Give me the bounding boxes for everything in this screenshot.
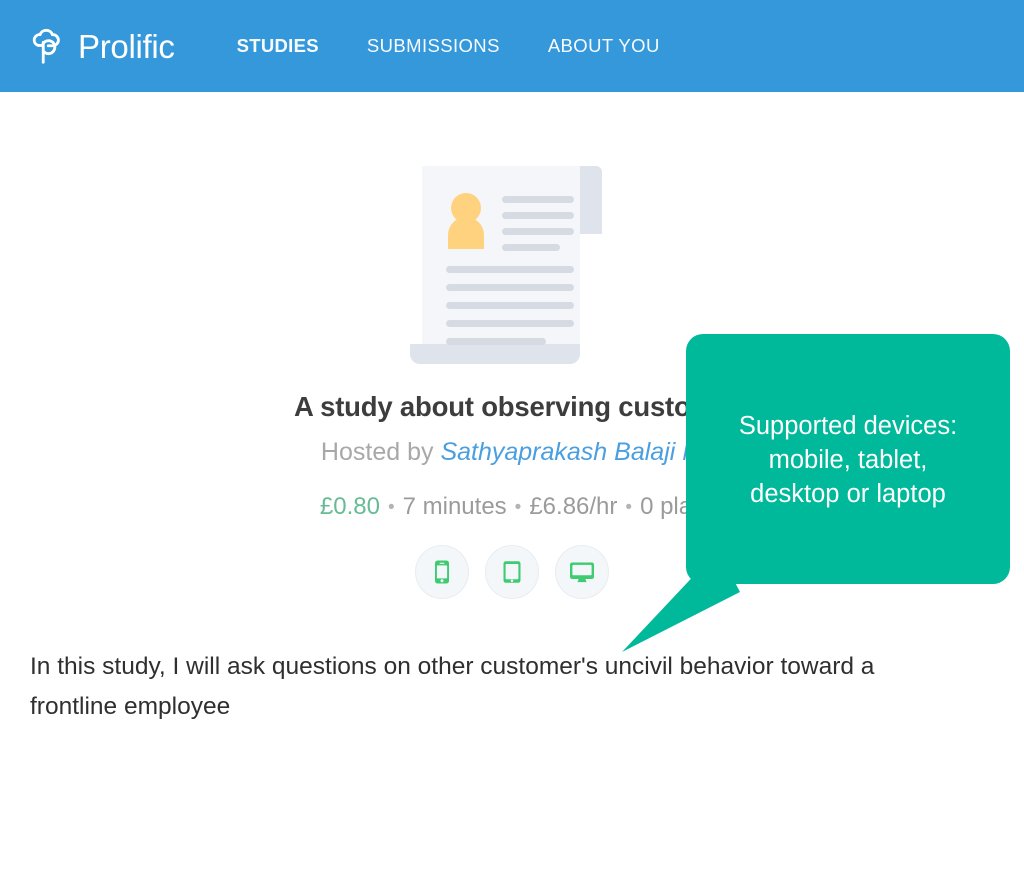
nav-item-submissions[interactable]: SUBMISSIONS — [367, 35, 500, 57]
prolific-logo-icon — [28, 26, 68, 66]
study-hourly-rate: £6.86/hr — [529, 493, 618, 521]
document-with-person-illustration — [402, 154, 622, 374]
prolific-study-page: Prolific STUDIES SUBMISSIONS ABOUT YOU A… — [0, 0, 1024, 874]
tooltip-text: Supported devices: mobile, tablet, deskt… — [738, 412, 958, 508]
supported-devices-tooltip: Supported devices: mobile, tablet, deskt… — [686, 334, 1010, 584]
tablet-device-icon[interactable] — [485, 545, 539, 600]
mobile-device-icon[interactable] — [415, 545, 469, 600]
header-inner: Prolific STUDIES SUBMISSIONS ABOUT YOU — [0, 0, 708, 92]
site-header: Prolific STUDIES SUBMISSIONS ABOUT YOU — [0, 0, 1024, 92]
brand-logo-link[interactable]: Prolific — [28, 26, 175, 66]
main-navigation: STUDIES SUBMISSIONS ABOUT YOU — [237, 35, 708, 57]
nav-item-about-you[interactable]: ABOUT YOU — [548, 35, 660, 57]
meta-separator: • — [514, 497, 522, 519]
nav-item-studies[interactable]: STUDIES — [237, 35, 319, 57]
study-reward: £0.80 — [319, 493, 380, 521]
study-duration: 7 minutes — [402, 493, 507, 521]
study-illustration-wrap — [0, 92, 1024, 374]
host-name-link[interactable]: Sathyaprakash Balaji M — [440, 438, 703, 466]
hosted-by-prefix: Hosted by — [320, 438, 441, 467]
meta-separator: • — [387, 497, 395, 519]
brand-name: Prolific — [78, 27, 175, 65]
study-description: In this study, I will ask questions on o… — [30, 653, 875, 721]
meta-separator: • — [625, 497, 633, 519]
